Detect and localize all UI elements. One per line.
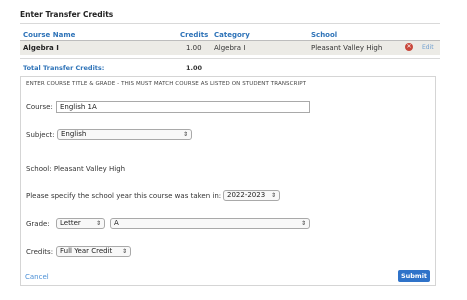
- credits-select[interactable]: Full Year Credit ⇕: [56, 246, 131, 257]
- col-header-category: Category: [214, 31, 250, 39]
- course-input[interactable]: English 1A: [56, 101, 310, 113]
- chevron-updown-icon: ⇕: [95, 220, 101, 227]
- edit-link[interactable]: Edit: [422, 44, 434, 51]
- form-legend: ENTER COURSE TITLE & GRADE - THIS MUST M…: [26, 81, 307, 87]
- grade-type-value: Letter: [60, 219, 81, 227]
- page-title: Enter Transfer Credits: [20, 10, 114, 19]
- school-text: School: Pleasant Valley High: [26, 165, 126, 173]
- course-label: Course:: [26, 103, 53, 111]
- credits-select-value: Full Year Credit: [60, 247, 113, 255]
- grade-type-select[interactable]: Letter ⇕: [56, 218, 105, 229]
- subject-label: Subject:: [26, 131, 55, 139]
- year-label: Please specify the school year this cour…: [26, 192, 222, 200]
- row-course-name: Algebra I: [23, 44, 59, 52]
- col-header-credits: Credits: [180, 31, 209, 39]
- grade-value: A: [114, 219, 119, 227]
- subject-select-value: English: [61, 130, 87, 138]
- chevron-updown-icon: ⇕: [121, 248, 127, 255]
- credits-label: Credits:: [26, 248, 54, 256]
- row-school: Pleasant Valley High: [311, 44, 383, 52]
- col-header-school: School: [311, 31, 338, 39]
- total-credits-label: Total Transfer Credits:: [23, 64, 105, 72]
- row-category: Algebra I: [214, 44, 246, 52]
- chevron-updown-icon: ⇕: [182, 131, 188, 138]
- grade-label: Grade:: [26, 220, 50, 228]
- grade-select[interactable]: A ⇕: [110, 218, 310, 229]
- row-credits: 1.00: [186, 44, 202, 52]
- total-divider: [20, 58, 440, 59]
- cancel-link[interactable]: Cancel: [25, 273, 49, 281]
- year-select[interactable]: 2022-2023 ⇕: [223, 190, 280, 201]
- divider: [20, 23, 440, 24]
- col-header-course-name: Course Name: [23, 31, 76, 39]
- delete-icon[interactable]: ✕: [405, 43, 413, 51]
- year-select-value: 2022-2023: [227, 191, 266, 199]
- total-credits-value: 1.00: [186, 64, 203, 72]
- subject-select[interactable]: English ⇕: [57, 129, 192, 140]
- chevron-updown-icon: ⇕: [270, 192, 276, 199]
- chevron-updown-icon: ⇕: [300, 220, 306, 227]
- submit-button[interactable]: Submit: [398, 270, 430, 282]
